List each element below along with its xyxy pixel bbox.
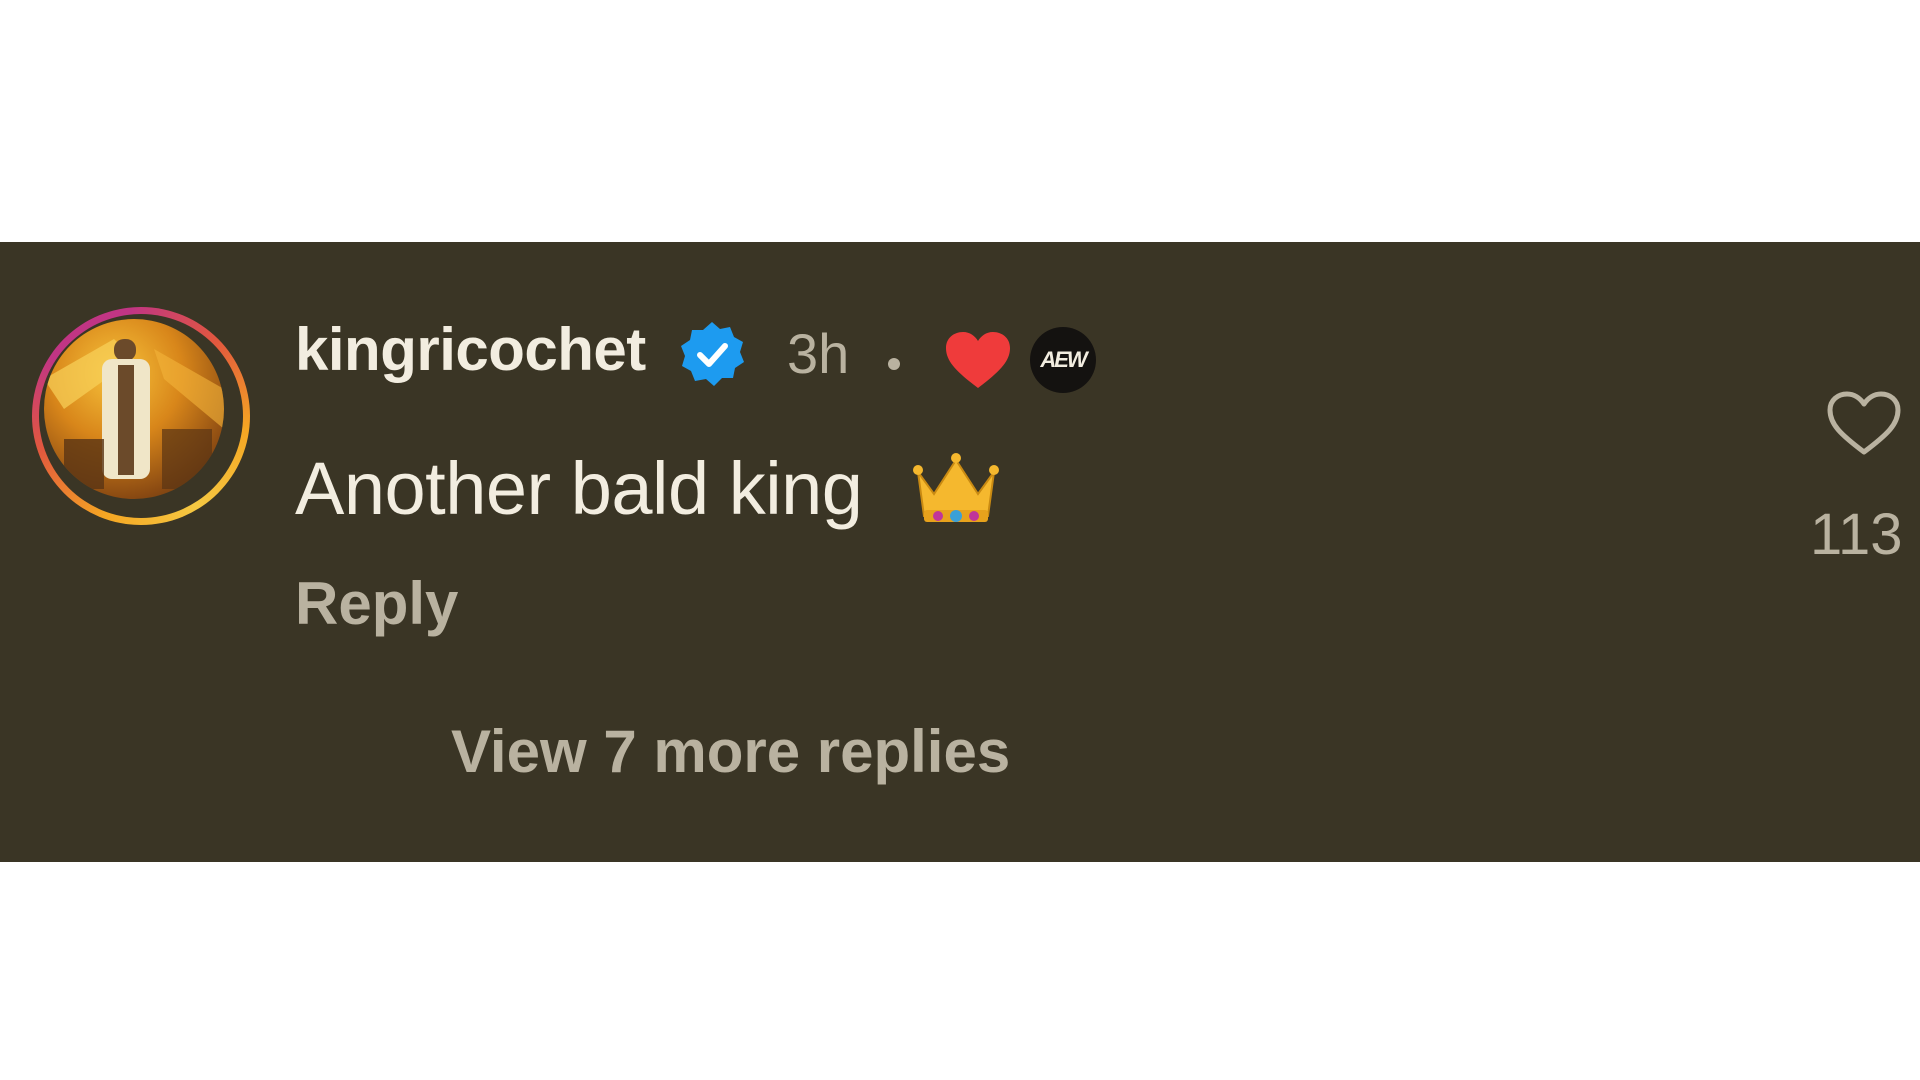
view-more-replies-button[interactable]: View 7 more replies	[451, 722, 1010, 782]
avatar-photo-icon	[44, 339, 224, 489]
aew-badge-icon[interactable]: AEW	[1030, 327, 1096, 393]
username[interactable]: kingricochet	[295, 320, 646, 380]
comment-row: kingricochet 3h AEW Another bald king Re…	[0, 242, 1920, 862]
like-count: 113	[1810, 502, 1903, 567]
reply-button[interactable]: Reply	[295, 574, 458, 634]
avatar-story-ring[interactable]	[32, 307, 250, 525]
verified-check-icon	[681, 322, 744, 386]
comment-text: Another bald king	[295, 447, 863, 530]
red-heart-icon	[946, 332, 1010, 388]
avatar[interactable]	[44, 319, 224, 499]
crown-emoji-icon	[913, 453, 999, 522]
heart-outline-icon[interactable]	[1826, 390, 1902, 458]
timestamp: 3h	[787, 322, 850, 385]
separator-dot	[888, 358, 900, 370]
